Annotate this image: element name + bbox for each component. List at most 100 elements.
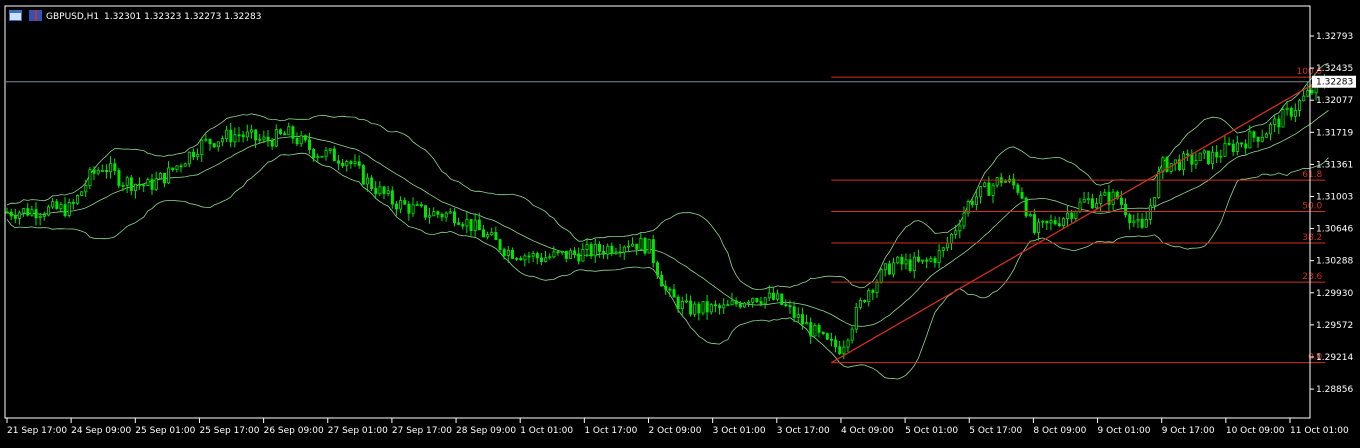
time-tick-label: 11 Oct 01:00: [1290, 426, 1349, 436]
candle-body: [883, 263, 887, 271]
time-tick-label: 5 Oct 17:00: [969, 426, 1022, 436]
candle-body: [676, 296, 680, 310]
candle-body: [196, 154, 200, 158]
candle-body: [759, 301, 763, 305]
candle-body: [357, 161, 361, 166]
candle-body: [684, 300, 688, 303]
candle-body: [1020, 191, 1024, 199]
candle-body: [689, 300, 693, 315]
candle-body: [469, 219, 473, 231]
candle-body: [1231, 143, 1235, 152]
candle-body: [544, 257, 548, 262]
candle-body: [237, 134, 241, 137]
candle-body: [1136, 218, 1140, 222]
candle-body: [179, 165, 183, 168]
candle-body: [250, 129, 254, 133]
candle-body: [9, 211, 13, 217]
candle-body: [1070, 212, 1074, 219]
chart-window[interactable]: 100.0 61.8 50.0 38.2 23.6 0.0 1.32793 1.32435 1…: [0, 0, 1360, 444]
candle-body: [63, 204, 67, 217]
candle-body: [262, 136, 266, 140]
candle-body: [730, 300, 734, 306]
candle-body: [88, 169, 92, 186]
candle-body: [481, 229, 485, 238]
candle-body: [96, 170, 100, 174]
candle-body: [113, 163, 117, 171]
candle-body: [821, 331, 825, 335]
candle-body: [125, 177, 129, 186]
candle-body: [1153, 197, 1157, 207]
candle-body: [589, 244, 593, 257]
symbol-flag-icon-stripe: [35, 10, 37, 21]
candle-body: [776, 293, 780, 300]
candle-body: [241, 134, 245, 138]
candle-body: [71, 201, 75, 204]
candle-body: [374, 188, 378, 195]
candle-body: [950, 233, 954, 244]
candle-body: [929, 258, 933, 262]
candle-body: [233, 134, 237, 143]
candle-body: [871, 290, 875, 293]
candle-body: [158, 172, 162, 180]
candle-body: [916, 256, 920, 262]
time-tick-label: 27 Sep 01:00: [328, 426, 388, 436]
candle-body: [1198, 152, 1202, 162]
candle-body: [755, 297, 759, 303]
candle-body: [457, 222, 461, 225]
candle-body: [109, 163, 113, 173]
candle-body: [834, 339, 838, 348]
candle-body: [138, 183, 142, 186]
candle-body: [1269, 124, 1273, 135]
candle-body: [208, 138, 212, 145]
candle-body: [709, 304, 713, 313]
candle-body: [38, 215, 42, 219]
candle-body: [67, 201, 71, 217]
candle-body: [858, 300, 862, 308]
candle-body: [411, 204, 415, 214]
candle-body: [117, 170, 121, 186]
candle-body: [734, 300, 738, 305]
candle-body: [747, 301, 751, 304]
candle-body: [295, 137, 299, 145]
candle-body: [26, 208, 30, 216]
candle-body: [129, 177, 133, 191]
candle-body: [473, 219, 477, 231]
candle-body: [337, 160, 341, 164]
candle-body: [515, 257, 519, 260]
candle-body: [1281, 109, 1285, 128]
candle-body: [1223, 143, 1227, 157]
candle-body: [701, 301, 705, 314]
candle-body: [974, 196, 978, 205]
candle-body: [1277, 118, 1281, 128]
candle-body: [548, 256, 552, 259]
candle-body: [1306, 90, 1310, 97]
candle-body: [1066, 212, 1070, 220]
candle-body: [419, 204, 423, 207]
candle-body: [606, 245, 610, 255]
candle-body: [722, 304, 726, 309]
candle-body: [552, 251, 556, 258]
candle-body: [1302, 95, 1306, 101]
candle-body: [705, 301, 709, 313]
candle-body: [983, 182, 987, 187]
candle-body: [320, 155, 324, 158]
candle-body: [440, 213, 444, 218]
candle-body: [863, 300, 867, 303]
price-tick-label: 1.31719: [1316, 128, 1353, 138]
candle-body: [1227, 143, 1231, 145]
candle-body: [212, 143, 216, 148]
candle-body: [842, 346, 846, 355]
candle-body: [713, 304, 717, 307]
price-chart[interactable]: 100.061.850.038.223.60.0 1.327931.324351…: [0, 0, 1360, 444]
candle-body: [163, 172, 167, 184]
candle-body: [390, 190, 394, 205]
candle-body: [1293, 109, 1297, 117]
candle-body: [664, 285, 668, 290]
candle-body: [432, 211, 436, 217]
candle-body: [225, 129, 229, 140]
candle-body: [287, 126, 291, 136]
candle-body: [643, 237, 647, 254]
candle-body: [55, 201, 59, 209]
candle-body: [921, 259, 925, 262]
candle-body: [568, 250, 572, 259]
